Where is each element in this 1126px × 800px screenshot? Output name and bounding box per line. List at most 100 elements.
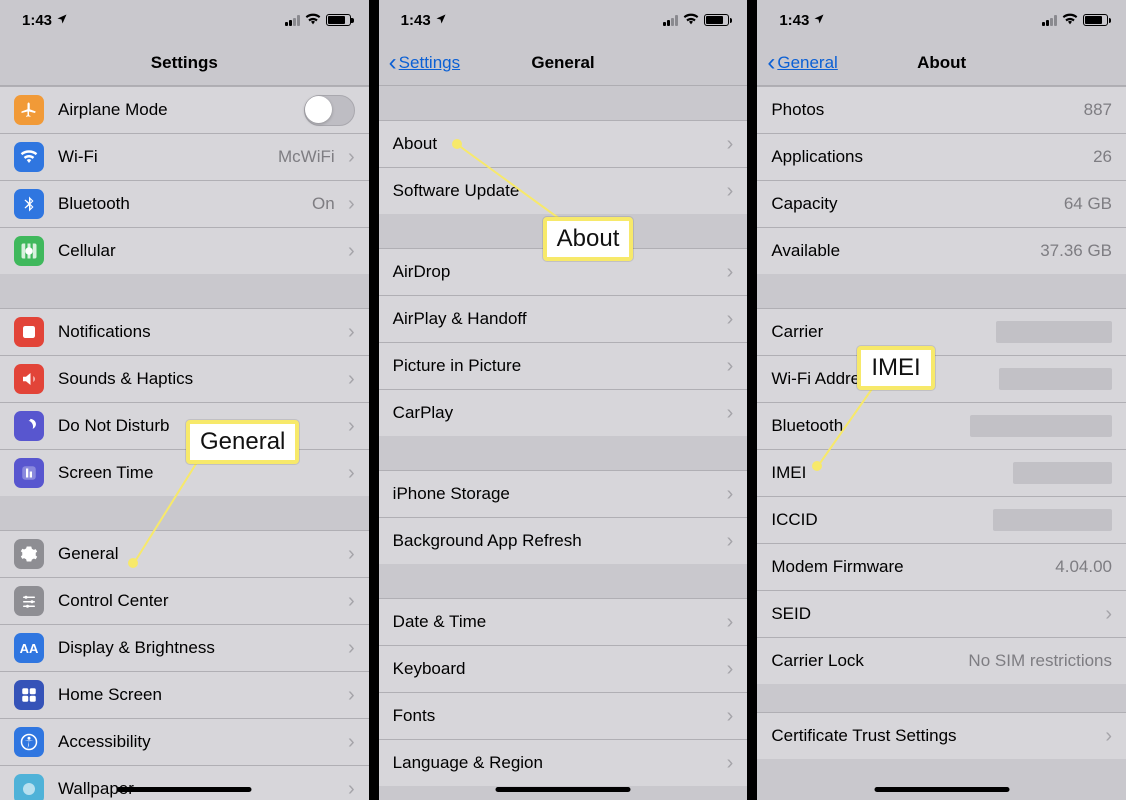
screentime-icon	[14, 458, 44, 488]
toggle-switch[interactable]	[304, 95, 355, 126]
row-fonts[interactable]: Fonts›	[379, 692, 748, 739]
location-icon	[56, 13, 68, 28]
row-bluetooth[interactable]: BluetoothOn›	[0, 180, 369, 227]
chevron-right-icon: ›	[721, 659, 733, 679]
row-software-update[interactable]: Software Update›	[379, 167, 748, 214]
settings-list[interactable]: Airplane ModeWi-FiMcWiFi›BluetoothOn›Cel…	[0, 86, 369, 800]
status-time: 1:43	[779, 12, 809, 29]
redacted-value	[993, 509, 1112, 531]
back-button[interactable]: ‹ General	[767, 51, 837, 75]
home-indicator[interactable]	[496, 787, 631, 792]
row-screentime[interactable]: Screen Time›	[0, 449, 369, 496]
row-dnd[interactable]: Do Not Disturb›	[0, 402, 369, 449]
row-value: On	[312, 194, 335, 214]
chevron-right-icon: ›	[343, 685, 355, 705]
signal-icon	[663, 15, 678, 26]
wifi-icon	[683, 12, 699, 29]
row-notifications[interactable]: Notifications›	[0, 308, 369, 355]
row-value: 26	[1093, 147, 1112, 167]
chevron-right-icon: ›	[721, 531, 733, 551]
row-general[interactable]: General›	[0, 530, 369, 577]
row-cellular[interactable]: Cellular›	[0, 227, 369, 274]
row-label: Fonts	[393, 706, 722, 726]
row-keyboard[interactable]: Keyboard›	[379, 645, 748, 692]
row-background-app-refresh[interactable]: Background App Refresh›	[379, 517, 748, 564]
row-label: iPhone Storage	[393, 484, 722, 504]
row-label: Sounds & Haptics	[58, 369, 343, 389]
about-row-capacity: Capacity64 GB	[757, 180, 1126, 227]
row-label: Applications	[771, 147, 1093, 167]
row-label: Modem Firmware	[771, 557, 1055, 577]
about-row-bluetooth: Bluetooth	[757, 402, 1126, 449]
row-label: Keyboard	[393, 659, 722, 679]
chevron-right-icon: ›	[721, 134, 733, 154]
row-label: Cellular	[58, 241, 343, 261]
nav-bar: Settings	[0, 40, 369, 86]
chevron-right-icon: ›	[343, 194, 355, 214]
row-label: IMEI	[771, 463, 1013, 483]
row-label: SEID	[771, 604, 1105, 624]
row-homescreen[interactable]: Home Screen›	[0, 671, 369, 718]
home-indicator[interactable]	[874, 787, 1009, 792]
row-label: Accessibility	[58, 732, 343, 752]
row-iphone-storage[interactable]: iPhone Storage›	[379, 470, 748, 517]
bluetooth-icon	[14, 189, 44, 219]
row-label: Display & Brightness	[58, 638, 343, 658]
chevron-right-icon: ›	[343, 463, 355, 483]
location-icon	[435, 13, 447, 28]
redacted-value	[970, 415, 1112, 437]
phone-about: 1:43 ‹ General About Photos887Applicatio…	[757, 0, 1126, 800]
chevron-right-icon: ›	[343, 322, 355, 342]
row-controlcenter[interactable]: Control Center›	[0, 577, 369, 624]
chevron-right-icon: ›	[343, 416, 355, 436]
about-list[interactable]: Photos887Applications26Capacity64 GBAvai…	[757, 86, 1126, 759]
wifi-icon	[1062, 12, 1078, 29]
row-display[interactable]: AADisplay & Brightness›	[0, 624, 369, 671]
redacted-value	[999, 368, 1112, 390]
about-row-seid[interactable]: SEID›	[757, 590, 1126, 637]
chevron-right-icon: ›	[721, 356, 733, 376]
homescreen-icon	[14, 680, 44, 710]
controlcenter-icon	[14, 586, 44, 616]
row-airplane[interactable]: Airplane Mode	[0, 86, 369, 133]
row-airplay-&-handoff[interactable]: AirPlay & Handoff›	[379, 295, 748, 342]
status-bar: 1:43	[0, 0, 369, 40]
row-accessibility[interactable]: Accessibility›	[0, 718, 369, 765]
row-wallpaper[interactable]: Wallpaper›	[0, 765, 369, 800]
chevron-right-icon: ›	[721, 262, 733, 282]
signal-icon	[1042, 15, 1057, 26]
status-time: 1:43	[401, 12, 431, 29]
row-label: Certificate Trust Settings	[771, 726, 1105, 746]
row-picture-in-picture[interactable]: Picture in Picture›	[379, 342, 748, 389]
chevron-right-icon: ›	[721, 484, 733, 504]
row-label: Home Screen	[58, 685, 343, 705]
chevron-right-icon: ›	[343, 779, 355, 799]
row-date-&-time[interactable]: Date & Time›	[379, 598, 748, 645]
row-label: General	[58, 544, 343, 564]
home-indicator[interactable]	[117, 787, 252, 792]
status-time: 1:43	[22, 12, 52, 29]
row-about[interactable]: About›	[379, 120, 748, 167]
row-carplay[interactable]: CarPlay›	[379, 389, 748, 436]
back-button[interactable]: ‹ Settings	[389, 51, 460, 75]
row-label: Airplane Mode	[58, 100, 304, 120]
about-row-wi-fi-address: Wi-Fi Address	[757, 355, 1126, 402]
row-wifi[interactable]: Wi-FiMcWiFi›	[0, 133, 369, 180]
chevron-right-icon: ›	[343, 147, 355, 167]
battery-icon	[1083, 14, 1108, 26]
row-label: CarPlay	[393, 403, 722, 423]
about-row-applications: Applications26	[757, 133, 1126, 180]
sounds-icon	[14, 364, 44, 394]
status-bar: 1:43	[379, 0, 748, 40]
location-icon	[813, 13, 825, 28]
status-bar: 1:43	[757, 0, 1126, 40]
page-title: Settings	[151, 53, 218, 73]
row-sounds[interactable]: Sounds & Haptics›	[0, 355, 369, 402]
about-row-modem-firmware: Modem Firmware4.04.00	[757, 543, 1126, 590]
back-label: Settings	[399, 53, 460, 73]
row-label: Capacity	[771, 194, 1063, 214]
row-language-&-region[interactable]: Language & Region›	[379, 739, 748, 786]
about-row-certificate-trust-settings[interactable]: Certificate Trust Settings›	[757, 712, 1126, 759]
about-row-photos: Photos887	[757, 86, 1126, 133]
general-list[interactable]: About›Software Update›AirDrop›AirPlay & …	[379, 86, 748, 786]
